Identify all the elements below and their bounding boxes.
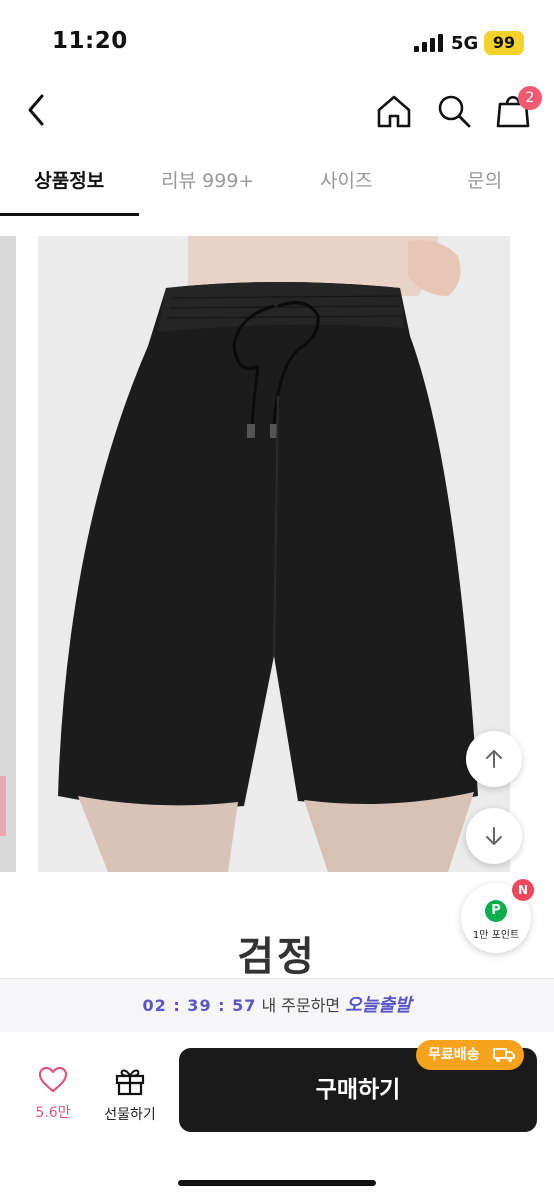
timer-message: 내 주문하면 xyxy=(261,996,341,1015)
points-icon: P xyxy=(485,900,507,922)
truck-icon xyxy=(493,1048,515,1062)
tab-inquiry[interactable]: 문의 xyxy=(416,150,554,216)
home-indicator xyxy=(178,1180,376,1186)
status-time: 11:20 xyxy=(52,28,128,54)
new-badge: N xyxy=(512,879,534,901)
arrow-up-icon xyxy=(486,750,502,768)
home-icon[interactable] xyxy=(375,93,413,129)
product-gallery[interactable]: 검정 xyxy=(0,216,554,976)
free-shipping-badge: 무료배송 xyxy=(416,1040,524,1070)
cart-count-badge: 2 xyxy=(518,86,542,110)
like-count: 5.6만 xyxy=(35,1105,71,1121)
heart-icon xyxy=(38,1066,68,1093)
today-dispatch-label: 오늘출발 xyxy=(345,995,412,1016)
arrow-down-icon xyxy=(486,827,502,845)
search-icon[interactable] xyxy=(436,93,472,129)
network-type: 5G xyxy=(451,33,479,54)
shorts-illustration xyxy=(38,236,510,872)
signal-icon xyxy=(414,34,443,52)
status-bar: 11:20 5G 99 xyxy=(0,0,554,80)
points-button[interactable]: P 1만 포인트 N xyxy=(461,879,534,953)
gift-label: 선물하기 xyxy=(104,1107,156,1123)
previous-image-peek[interactable] xyxy=(0,236,16,872)
gift-button[interactable]: 선물하기 xyxy=(96,1066,164,1124)
product-tabs: 상품정보 리뷰 999+ 사이즈 문의 xyxy=(0,150,554,216)
bottom-action-bar: 5.6만 선물하기 구매하기 무료배송 xyxy=(0,1032,554,1200)
tab-reviews[interactable]: 리뷰 999+ xyxy=(139,150,278,216)
product-image xyxy=(38,236,510,872)
back-icon[interactable] xyxy=(22,92,52,128)
tab-product-info[interactable]: 상품정보 xyxy=(0,150,139,216)
countdown-timer: 02 : 39 : 57 xyxy=(142,996,257,1015)
top-nav: 2 xyxy=(0,80,554,144)
free-shipping-label: 무료배송 xyxy=(428,1047,480,1063)
points-label: 1만 포인트 xyxy=(472,930,520,941)
battery-indicator: 99 xyxy=(484,31,524,55)
delivery-timer-bar: 02 : 39 : 57 내 주문하면 오늘출발 xyxy=(0,978,554,1032)
gift-icon xyxy=(115,1069,145,1096)
like-button[interactable]: 5.6만 xyxy=(24,1066,82,1122)
scroll-down-button[interactable] xyxy=(466,808,522,864)
tab-size[interactable]: 사이즈 xyxy=(277,150,416,216)
scroll-up-button[interactable] xyxy=(466,731,522,787)
previous-image-detail xyxy=(0,776,6,836)
